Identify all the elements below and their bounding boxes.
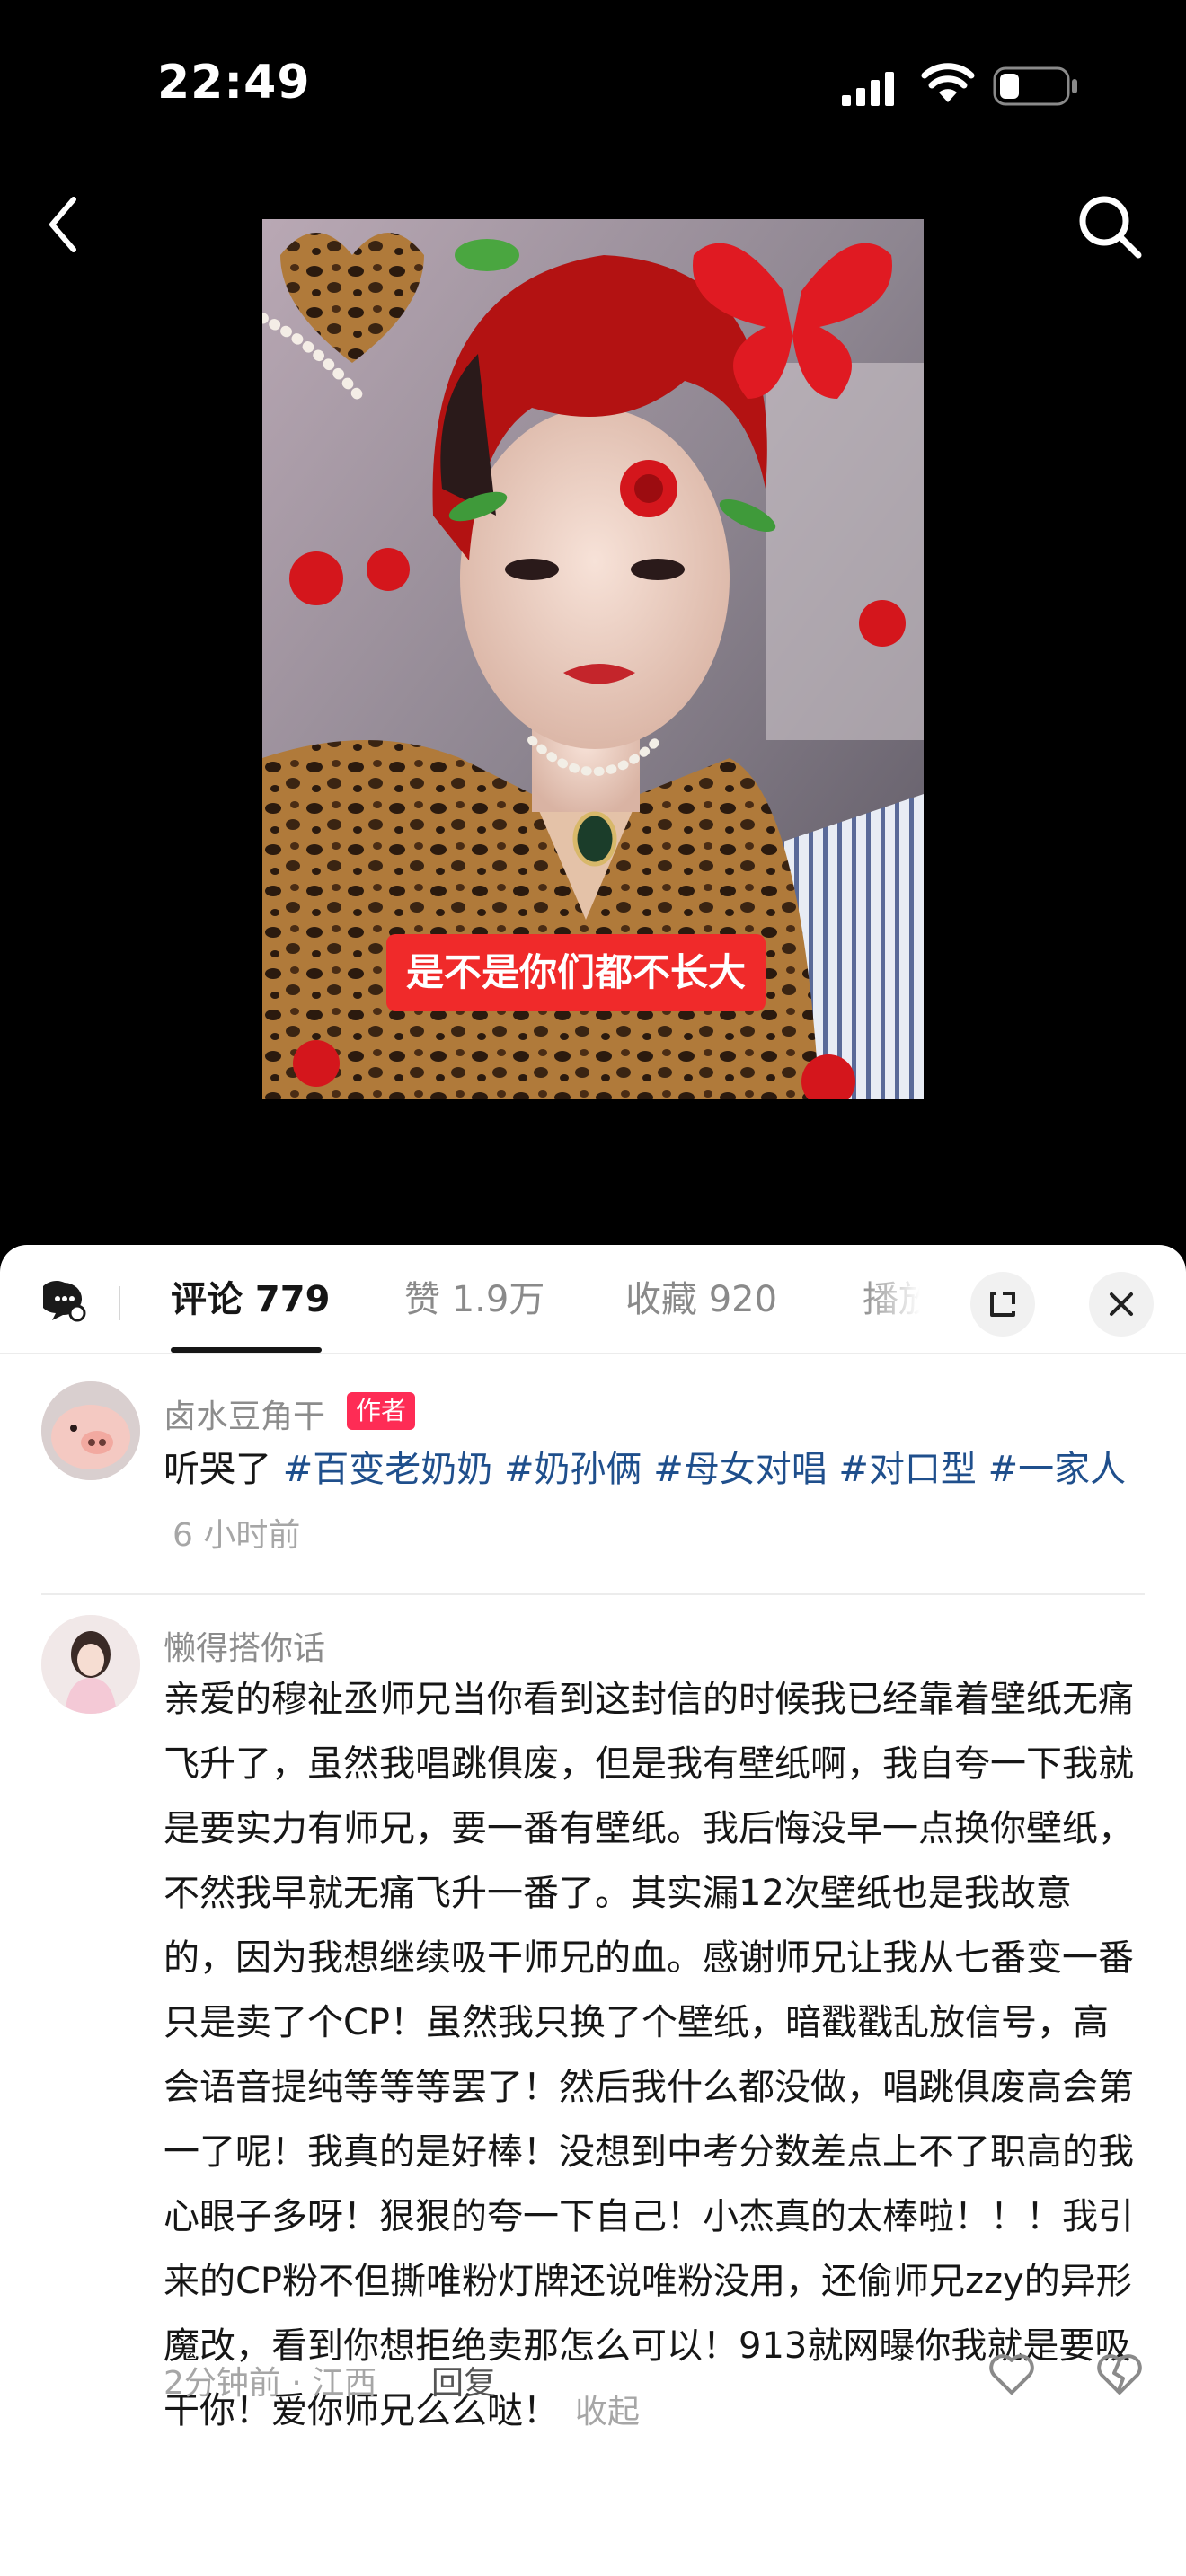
- comment-username[interactable]: 卤水豆角干: [164, 1390, 325, 1437]
- comment-text-plain: 听哭了: [164, 1449, 283, 1490]
- hashtag-link[interactable]: #对口型: [838, 1449, 977, 1490]
- hashtag-link[interactable]: #百变老奶奶: [283, 1449, 493, 1490]
- broken-heart-icon[interactable]: [1094, 2351, 1145, 2396]
- avatar[interactable]: [41, 1381, 140, 1480]
- tab-fade-overlay: [861, 1263, 960, 1344]
- video-caption: 是不是你们都不长大: [386, 934, 766, 1011]
- heart-icon[interactable]: [987, 2351, 1037, 2396]
- close-icon: [1110, 1292, 1133, 1316]
- tab-favorites[interactable]: 收藏 920: [625, 1277, 777, 1322]
- expand-button[interactable]: [970, 1272, 1035, 1337]
- avatar[interactable]: [41, 1615, 140, 1714]
- reply-button[interactable]: 回复: [431, 2357, 496, 2404]
- search-icon[interactable]: [1074, 190, 1146, 262]
- hashtag-link[interactable]: #母女对唱: [653, 1449, 828, 1490]
- status-time: 22:49: [157, 56, 311, 110]
- battery-icon: [993, 66, 1077, 106]
- comment-text-plain: 亲爱的穆祉丞师兄当你看到这封信的时候我已经靠着壁纸无痛飞升了，虽然我唱跳俱废，但…: [164, 1679, 1134, 2431]
- hashtag-link[interactable]: #奶孙俩: [504, 1449, 642, 1490]
- author-badge: 作者: [347, 1392, 416, 1430]
- comment-text: 亲爱的穆祉丞师兄当你看到这封信的时候我已经靠着壁纸无痛飞升了，虽然我唱跳俱废，但…: [164, 1667, 1143, 2445]
- close-button[interactable]: [1089, 1272, 1154, 1337]
- cellular-signal-icon: [842, 72, 894, 106]
- comment-item: 懒得搭你话 亲爱的穆祉丞师兄当你看到这封信的时候我已经靠着壁纸无痛飞升了，虽然我…: [0, 1595, 1186, 2576]
- pig-avatar-image: [41, 1381, 140, 1480]
- status-bar: 22:49: [0, 0, 1186, 171]
- active-tab-indicator: [171, 1347, 322, 1353]
- tab-likes[interactable]: 赞 1.9万: [404, 1277, 544, 1322]
- comment-time-location: 2分钟前 · 江西: [164, 2365, 377, 2402]
- comment-text: 听哭了 #百变老奶奶 #奶孙俩 #母女对唱 #对口型 #一家人 6 小时前: [164, 1437, 1143, 1568]
- comment-username[interactable]: 懒得搭你话: [164, 1622, 325, 1669]
- collapse-link[interactable]: 收起: [575, 2394, 640, 2430]
- expand-icon: [990, 1292, 1015, 1317]
- sheet-tab-bar: 评论 779 赞 1.9万 收藏 920 播放: [0, 1245, 1186, 1354]
- hashtag-link[interactable]: #一家人: [988, 1449, 1127, 1490]
- comment-time: 6 小时前: [173, 1517, 301, 1554]
- tab-comments[interactable]: 评论 779: [171, 1277, 330, 1322]
- girl-avatar-image: [41, 1615, 140, 1714]
- comment-sheet: 评论 779 赞 1.9万 收藏 920 播放: [0, 1245, 1186, 2576]
- back-chevron-icon[interactable]: [36, 189, 90, 260]
- tab-divider: [119, 1286, 120, 1320]
- chat-bubble-icon[interactable]: [43, 1279, 88, 1324]
- wifi-icon: [921, 63, 975, 102]
